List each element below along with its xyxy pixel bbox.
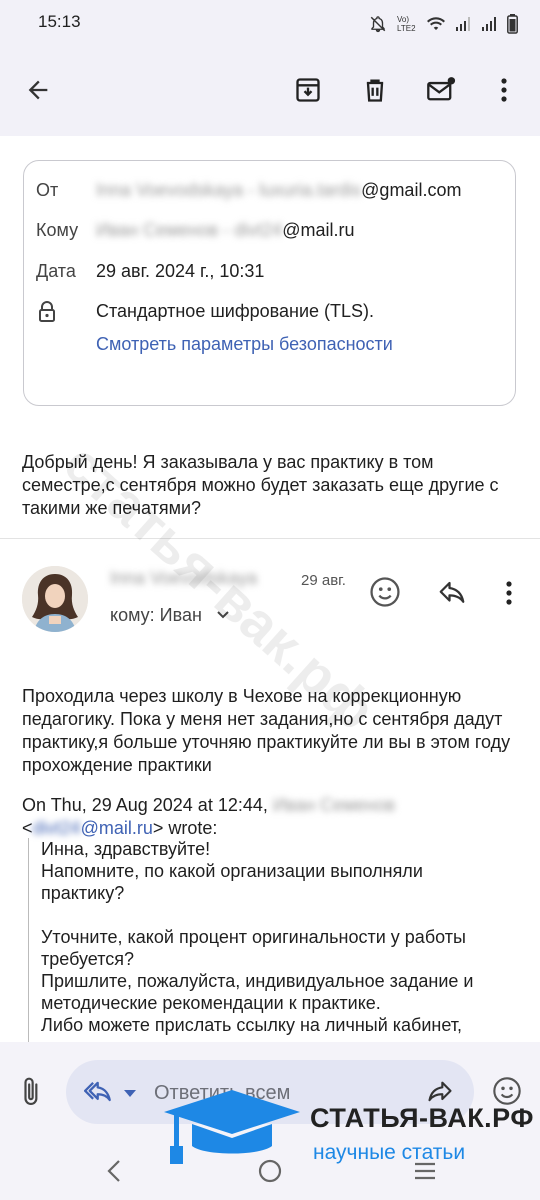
avatar[interactable] xyxy=(22,566,88,632)
mute-icon xyxy=(370,16,386,33)
quote-header-date: On Thu, 29 Aug 2024 at 12:44, xyxy=(22,795,268,815)
quote-line: Пришлите, пожалуйста, индивидуальное зад… xyxy=(41,971,474,1013)
trash-icon[interactable] xyxy=(355,70,395,110)
signal-icon-2 xyxy=(482,17,496,31)
quote-line: Напомните, по какой организации выполнял… xyxy=(41,861,423,903)
lock-icon xyxy=(38,300,56,329)
nav-back-icon[interactable] xyxy=(104,1158,124,1189)
quote-header-wrote: > wrote: xyxy=(152,818,218,838)
quote-line: Инна, здравствуйте! xyxy=(41,839,211,859)
watermark-title: СТАТЬЯ-ВАК.РФ xyxy=(310,1103,534,1133)
quote-header-email-domain[interactable]: @mail.ru xyxy=(81,818,153,838)
quote-line: Уточните, какой процент оригинальности у… xyxy=(41,927,466,969)
quote-header-email: divt24 xyxy=(32,818,81,838)
graduation-cap-logo xyxy=(160,1088,305,1173)
watermark-subtitle: научные статьи xyxy=(313,1141,466,1164)
emoji-reaction-icon[interactable] xyxy=(368,575,402,614)
to-label: Кому xyxy=(36,220,79,240)
from-domain: @gmail.com xyxy=(361,180,462,200)
quoted-text: Инна, здравствуйте! Напомните, по какой … xyxy=(28,838,508,1048)
date-label: Дата xyxy=(36,261,76,281)
to-domain: @mail.ru xyxy=(282,220,355,240)
encryption-text: Стандартное шифрование (TLS). xyxy=(96,301,375,321)
from-name: Inna Voevodskaya - luxuria.tardis xyxy=(96,180,362,200)
nav-recents-icon[interactable] xyxy=(412,1158,438,1189)
reply-all-icon[interactable] xyxy=(84,1078,116,1111)
date-value: 29 авг. 2024 г., 10:31 xyxy=(96,261,265,281)
message-divider xyxy=(0,538,540,539)
reply-type-chevron-icon[interactable] xyxy=(122,1086,138,1104)
signal-icon xyxy=(456,17,470,31)
back-arrow-icon[interactable] xyxy=(18,70,58,110)
to-name: Иван Семенов - divt24 xyxy=(96,220,283,240)
message-body-2: Проходила через школу в Чехове на коррек… xyxy=(22,686,511,775)
status-time: 15:13 xyxy=(38,12,81,31)
volte-label: Vo) LTE2 xyxy=(397,15,416,33)
to-value: Иван Семенов - divt24@mail.ru xyxy=(96,220,354,241)
quote-header: On Thu, 29 Aug 2024 at 12:44, Иван Семен… xyxy=(22,794,522,840)
mark-unread-icon[interactable] xyxy=(421,70,461,110)
quote-line: Либо можете прислать ссылку на личный ка… xyxy=(41,1015,463,1035)
from-label: От xyxy=(36,180,59,200)
wifi-icon xyxy=(427,17,445,30)
from-value: Inna Voevodskaya - luxuria.tardis@gmail.… xyxy=(96,180,461,201)
security-details-link[interactable]: Смотреть параметры безопасности xyxy=(96,334,393,355)
quote-line xyxy=(41,904,508,926)
status-icons: Vo) LTE2 xyxy=(369,14,518,34)
recipient-text: кому: Иван xyxy=(110,605,202,625)
nav-home-icon[interactable] xyxy=(257,1158,283,1189)
message-more-icon[interactable] xyxy=(505,580,513,611)
attachment-icon[interactable] xyxy=(19,1075,45,1114)
message-date: 29 авг. xyxy=(301,572,346,589)
more-vert-icon[interactable] xyxy=(484,70,524,110)
battery-icon xyxy=(507,14,518,34)
quote-header-lt: < xyxy=(22,818,33,838)
reply-icon[interactable] xyxy=(436,578,468,613)
archive-icon[interactable] xyxy=(288,70,328,110)
quote-header-name: Иван Семенов xyxy=(272,795,396,815)
